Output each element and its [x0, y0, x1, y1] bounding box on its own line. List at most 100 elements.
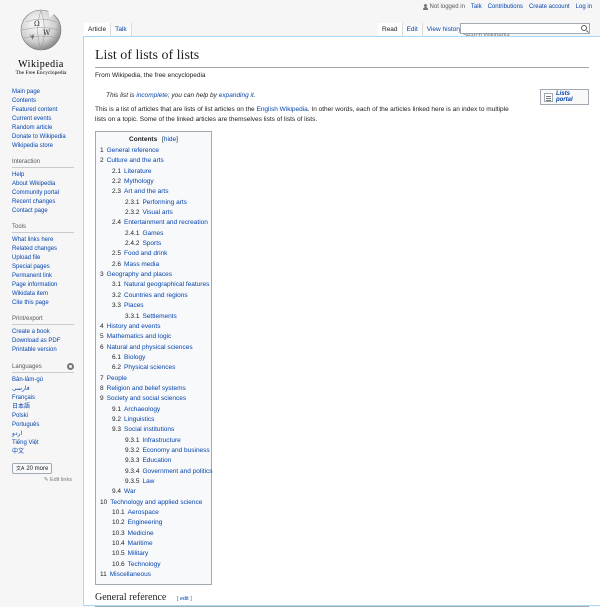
toc-link[interactable]: Law — [142, 478, 154, 485]
toc-link[interactable]: Social institutions — [124, 426, 174, 433]
toc-item[interactable]: 2.5 Food and drink — [100, 249, 207, 259]
login-link[interactable]: Log in — [576, 4, 592, 10]
toc-item[interactable]: 4 History and events — [100, 322, 207, 332]
toc-link[interactable]: Settlements — [142, 313, 176, 320]
more-languages-button[interactable]: 文A 20 more — [12, 463, 53, 474]
toc-item[interactable]: 2.4.2 Sports — [100, 239, 207, 249]
create-account-link[interactable]: Create account — [529, 4, 570, 10]
sidebar-item-wikidata-item[interactable]: Wikidata item — [12, 290, 82, 299]
toc-item[interactable]: 10.3 Medicine — [100, 529, 207, 539]
expanding-it-link[interactable]: expanding it — [219, 92, 254, 99]
sidebar-item-upload-file[interactable]: Upload file — [12, 254, 82, 263]
toc-link[interactable]: Medicine — [128, 530, 154, 537]
lists-portal-box[interactable]: Lists portal — [540, 89, 589, 105]
toc-item[interactable]: 2.3 Art and the arts — [100, 187, 207, 197]
toc-item[interactable]: 9.3.4 Government and politics — [100, 467, 213, 477]
sidebar-item-page-information[interactable]: Page information — [12, 281, 82, 290]
language-link-portugue-s[interactable]: Português — [12, 421, 82, 430]
toc-item[interactable]: 10.1 Aerospace — [100, 508, 207, 518]
toc-item[interactable]: 2.4 Entertainment and recreation — [100, 218, 208, 228]
toc-item[interactable]: 9.4 War — [100, 487, 207, 497]
toc-link[interactable]: Food and drink — [124, 250, 167, 257]
toc-item[interactable]: 2.3.1 Performing arts — [100, 198, 207, 208]
sidebar-item-printable-version[interactable]: Printable version — [12, 346, 82, 355]
language-link-polski[interactable]: Polski — [12, 412, 82, 421]
toc-item[interactable]: 2.3.2 Visual arts — [100, 208, 207, 218]
toc-link[interactable]: Biology — [124, 354, 145, 361]
lists-portal-link[interactable]: Lists portal — [556, 91, 588, 103]
toc-link[interactable]: Mass media — [124, 261, 159, 268]
toc-link[interactable]: Linguistics — [124, 416, 154, 423]
toc-item[interactable]: 10 Technology and applied science — [100, 498, 207, 508]
toc-item[interactable]: 9 Society and social sciences — [100, 394, 207, 404]
toc-item[interactable]: 9.3 Social institutions — [100, 425, 207, 435]
sidebar-item-contact-page[interactable]: Contact page — [12, 207, 82, 216]
toc-item[interactable]: 10.2 Engineering — [100, 518, 207, 528]
toc-link[interactable]: History and events — [107, 323, 161, 330]
toc-item[interactable]: 10.6 Technology — [100, 560, 207, 570]
language-link-ba-n-la-m-gu[interactable]: Bân-lâm-gú — [12, 376, 82, 385]
toc-link[interactable]: Infrastructure — [142, 437, 180, 444]
toc-item[interactable]: 2 Culture and the arts — [100, 156, 207, 166]
toc-item[interactable]: 7 People — [100, 374, 207, 384]
sidebar-item-community-portal[interactable]: Community portal — [12, 189, 82, 198]
toc-link[interactable]: People — [107, 375, 127, 382]
toc-link[interactable]: Culture and the arts — [107, 157, 164, 164]
toc-item[interactable]: 10.5 Military — [100, 549, 207, 559]
sidebar-item-create-a-book[interactable]: Create a book — [12, 328, 82, 337]
toc-item[interactable]: 1 General reference — [100, 146, 207, 156]
toc-item[interactable]: 3.1 Natural geographical features — [100, 280, 209, 290]
toc-item[interactable]: 2.1 Literature — [100, 167, 207, 177]
toc-link[interactable]: Countries and regions — [124, 292, 188, 299]
incomplete-link[interactable]: incomplete — [136, 92, 167, 99]
toc-link[interactable]: Natural geographical features — [124, 281, 209, 288]
language-link-6[interactable]: اردو — [12, 430, 82, 439]
sidebar-item-random-article[interactable]: Random article — [12, 124, 82, 133]
toc-link[interactable]: Education — [142, 457, 171, 464]
gear-icon[interactable] — [67, 363, 74, 370]
toc-link[interactable]: Entertainment and recreation — [124, 219, 208, 226]
toc-link[interactable]: Games — [142, 230, 163, 237]
sidebar-item-about-wikipedia[interactable]: About Wikipedia — [12, 180, 82, 189]
sidebar-item-donate-to-wikipedia[interactable]: Donate to Wikipedia — [12, 133, 82, 142]
section-edit-label[interactable]: edit — [180, 596, 189, 602]
sidebar-item-special-pages[interactable]: Special pages — [12, 263, 82, 272]
toc-toggle[interactable]: [hide] — [162, 136, 178, 143]
wikipedia-logo[interactable]: Ω W ψ Wikipedia The Free Encyclopedia — [8, 6, 74, 76]
sidebar-item-help[interactable]: Help — [12, 171, 82, 180]
toc-item[interactable]: 10.4 Maritime — [100, 539, 207, 549]
toc-item[interactable]: 6.2 Physical sciences — [100, 363, 207, 373]
toc-link[interactable]: Mathematics and logic — [107, 333, 172, 340]
toc-link[interactable]: General reference — [107, 147, 159, 154]
toc-item[interactable]: 3.3.1 Settlements — [100, 312, 207, 322]
language-link-tie-ng-vie-t[interactable]: Tiếng Việt — [12, 439, 82, 448]
language-link-franc-ais[interactable]: Français — [12, 394, 82, 403]
toc-link[interactable]: Sports — [142, 240, 161, 247]
toc-item[interactable]: 6 Natural and physical sciences — [100, 343, 207, 353]
toc-item[interactable]: 9.3.3 Education — [100, 456, 207, 466]
toc-item[interactable]: 3.2 Countries and regions — [100, 291, 207, 301]
search-icon[interactable] — [581, 25, 587, 31]
toc-link[interactable]: Technology and applied science — [110, 499, 202, 506]
toc-item[interactable]: 3.3 Places — [100, 301, 207, 311]
toc-item[interactable]: 9.1 Archaeology — [100, 405, 207, 415]
sidebar-item-wikipedia-store[interactable]: Wikipedia store — [12, 142, 82, 151]
sidebar-item-cite-this-page[interactable]: Cite this page — [12, 299, 82, 308]
toc-link[interactable]: Aerospace — [128, 509, 159, 516]
toc-link[interactable]: War — [124, 488, 136, 495]
sidebar-item-contents[interactable]: Contents — [12, 97, 82, 106]
toc-item[interactable]: 6.1 Biology — [100, 353, 207, 363]
toc-link[interactable]: Literature — [124, 168, 151, 175]
toc-item[interactable]: 9.3.1 Infrastructure — [100, 436, 207, 446]
edit-links-link[interactable]: ✎ Edit links — [12, 477, 72, 483]
sidebar-item-recent-changes[interactable]: Recent changes — [12, 198, 82, 207]
toc-link[interactable]: Performing arts — [142, 199, 186, 206]
sidebar-item-related-changes[interactable]: Related changes — [12, 245, 82, 254]
talk-link[interactable]: Talk — [471, 4, 482, 10]
contributions-link[interactable]: Contributions — [488, 4, 523, 10]
tab-talk[interactable]: Talk — [111, 23, 132, 36]
tab-article[interactable]: Article — [84, 23, 112, 36]
toc-link[interactable]: Religion and belief systems — [107, 385, 186, 392]
tab-edit[interactable]: Edit — [402, 23, 423, 36]
toc-item[interactable]: 2.2 Mythology — [100, 177, 207, 187]
